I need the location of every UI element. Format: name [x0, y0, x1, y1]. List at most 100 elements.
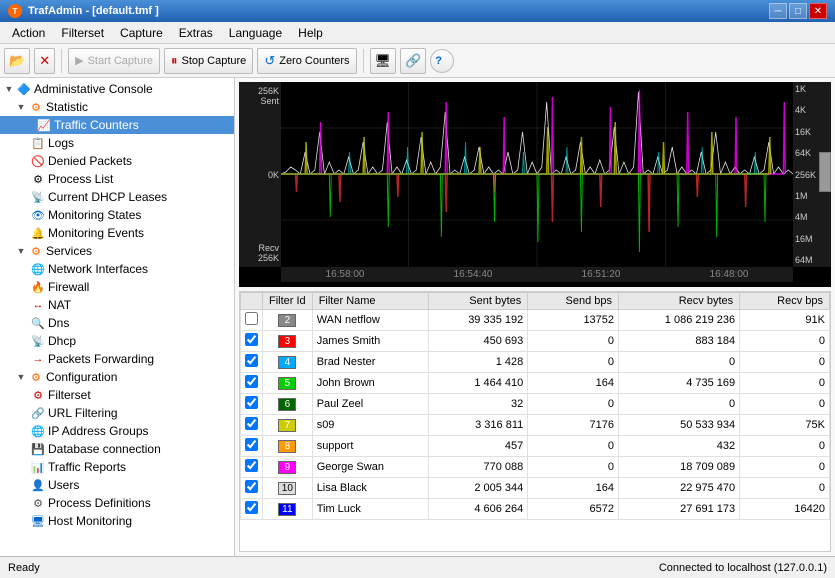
checkbox-input[interactable]	[245, 501, 258, 514]
start-capture-button[interactable]: ▶ Start Capture	[68, 48, 160, 74]
monitoring-states-label: Monitoring States	[48, 208, 141, 222]
row-checkbox[interactable]	[241, 352, 263, 373]
row-id: 10	[263, 478, 313, 499]
row-checkbox[interactable]	[241, 436, 263, 457]
sidebar-item-filterset[interactable]: ⚙ Filterset	[0, 386, 234, 404]
sidebar-item-users[interactable]: 👤 Users	[0, 476, 234, 494]
row-send-bps: 7176	[528, 415, 619, 436]
sidebar-item-dns[interactable]: 🔍 Dns	[0, 314, 234, 332]
open-button[interactable]: 📂	[4, 48, 30, 74]
sidebar-section-statistic[interactable]: ▼ ⚙ Statistic	[0, 98, 234, 116]
sidebar-item-network-interfaces[interactable]: 🌐 Network Interfaces	[0, 260, 234, 278]
checkbox-input[interactable]	[245, 459, 258, 472]
sidebar-item-url-filtering[interactable]: 🔗 URL Filtering	[0, 404, 234, 422]
sidebar-item-monitoring-events[interactable]: 🔔 Monitoring Events	[0, 224, 234, 242]
table-row[interactable]: 7 s09 3 316 811 7176 50 533 934 75K	[241, 415, 830, 436]
sidebar-root[interactable]: ▼ 🔷 Administative Console	[0, 80, 234, 98]
window-controls: ─ □ ✕	[769, 3, 827, 19]
sidebar-item-denied-packets[interactable]: 🚫 Denied Packets	[0, 152, 234, 170]
row-checkbox[interactable]	[241, 394, 263, 415]
sidebar-item-dhcp-leases[interactable]: 📡 Current DHCP Leases	[0, 188, 234, 206]
statistic-expand-icon[interactable]: ▼	[14, 100, 28, 114]
table-row[interactable]: 10 Lisa Black 2 005 344 164 22 975 470 0	[241, 478, 830, 499]
sidebar-section-config[interactable]: ▼ ⚙ Configuration	[0, 368, 234, 386]
row-recv-bytes: 18 709 089	[619, 457, 740, 478]
help-button[interactable]: ?	[430, 49, 454, 73]
checkbox-input[interactable]	[245, 438, 258, 451]
dns-icon: 🔍	[30, 315, 46, 331]
table-row[interactable]: 4 Brad Nester 1 428 0 0 0	[241, 352, 830, 373]
close-file-button[interactable]: ✕	[34, 48, 55, 74]
table-row[interactable]: 6 Paul Zeel 32 0 0 0	[241, 394, 830, 415]
row-checkbox[interactable]	[241, 331, 263, 352]
root-icon: 🔷	[16, 81, 32, 97]
link-button[interactable]: 🔗	[400, 48, 426, 74]
row-id: 11	[263, 499, 313, 520]
menu-extras[interactable]: Extras	[171, 24, 221, 42]
row-checkbox[interactable]	[241, 457, 263, 478]
app-icon: T	[8, 4, 22, 18]
row-checkbox[interactable]	[241, 478, 263, 499]
table-row[interactable]: 9 George Swan 770 088 0 18 709 089 0	[241, 457, 830, 478]
stop-capture-button[interactable]: ⏸ Stop Capture	[164, 48, 253, 74]
dhcp-icon: 📡	[30, 189, 46, 205]
row-send-bps: 164	[528, 478, 619, 499]
maximize-button[interactable]: □	[789, 3, 807, 19]
monitor-button[interactable]: 🖥	[370, 48, 397, 74]
checkbox-input[interactable]	[245, 312, 258, 325]
table-row[interactable]: 2 WAN netflow 39 335 192 13752 1 086 219…	[241, 310, 830, 331]
menu-help[interactable]: Help	[290, 24, 331, 42]
sidebar-item-traffic-reports[interactable]: 📊 Traffic Reports	[0, 458, 234, 476]
root-expand-icon[interactable]: ▼	[2, 82, 16, 96]
menu-capture[interactable]: Capture	[112, 24, 171, 42]
sidebar-section-services[interactable]: ▼ ⚙ Services	[0, 242, 234, 260]
denied-icon: 🚫	[30, 153, 46, 169]
table-row[interactable]: 11 Tim Luck 4 606 264 6572 27 691 173 16…	[241, 499, 830, 520]
traffic-table[interactable]: Filter Id Filter Name Sent bytes Send bp…	[239, 291, 831, 552]
sidebar-item-monitoring-states[interactable]: 👁 Monitoring States	[0, 206, 234, 224]
table-row[interactable]: 5 John Brown 1 464 410 164 4 735 169 0	[241, 373, 830, 394]
checkbox-input[interactable]	[245, 333, 258, 346]
sidebar-item-process-list[interactable]: ⚙ Process List	[0, 170, 234, 188]
checkbox-input[interactable]	[245, 417, 258, 430]
row-checkbox[interactable]	[241, 310, 263, 331]
row-recv-bytes: 50 533 934	[619, 415, 740, 436]
sidebar-item-dhcp[interactable]: 📡 Dhcp	[0, 332, 234, 350]
zero-counters-button[interactable]: ↺ Zero Counters	[257, 48, 356, 74]
row-checkbox[interactable]	[241, 373, 263, 394]
row-name: John Brown	[312, 373, 428, 394]
sidebar-item-host-monitoring[interactable]: 🖥 Host Monitoring	[0, 512, 234, 530]
menu-language[interactable]: Language	[221, 24, 290, 42]
close-button[interactable]: ✕	[809, 3, 827, 19]
sidebar-item-logs[interactable]: 📋 Logs	[0, 134, 234, 152]
table-row[interactable]: 3 James Smith 450 693 0 883 184 0	[241, 331, 830, 352]
services-expand-icon[interactable]: ▼	[14, 244, 28, 258]
sidebar-item-traffic-counters[interactable]: 📈 Traffic Counters	[0, 116, 234, 134]
row-checkbox[interactable]	[241, 499, 263, 520]
row-id: 6	[263, 394, 313, 415]
checkbox-input[interactable]	[245, 354, 258, 367]
row-recv-bps: 16420	[740, 499, 830, 520]
sidebar-item-nat[interactable]: ↔ NAT	[0, 296, 234, 314]
row-checkbox[interactable]	[241, 415, 263, 436]
sidebar-item-process-defs[interactable]: ⚙ Process Definitions	[0, 494, 234, 512]
stop-icon: ⏸	[171, 53, 178, 69]
sidebar-item-packets-forwarding[interactable]: → Packets Forwarding	[0, 350, 234, 368]
minimize-button[interactable]: ─	[769, 3, 787, 19]
checkbox-input[interactable]	[245, 375, 258, 388]
sidebar-item-db-connection[interactable]: 💾 Database connection	[0, 440, 234, 458]
sidebar-item-firewall[interactable]: 🔥 Firewall	[0, 278, 234, 296]
menu-filterset[interactable]: Filterset	[53, 24, 112, 42]
zero-icon: ↺	[264, 53, 275, 69]
table-row[interactable]: 8 support 457 0 432 0	[241, 436, 830, 457]
checkbox-input[interactable]	[245, 480, 258, 493]
menu-action[interactable]: Action	[4, 24, 53, 42]
title-bar: T TrafAdmin - [default.tmf ] ─ □ ✕	[0, 0, 835, 22]
row-name: James Smith	[312, 331, 428, 352]
ip-icon: 🌐	[30, 423, 46, 439]
config-expand-icon[interactable]: ▼	[14, 370, 28, 384]
chart-scrollbar[interactable]	[819, 152, 831, 192]
checkbox-input[interactable]	[245, 396, 258, 409]
nat-label: NAT	[48, 298, 71, 312]
sidebar-item-ip-groups[interactable]: 🌐 IP Address Groups	[0, 422, 234, 440]
